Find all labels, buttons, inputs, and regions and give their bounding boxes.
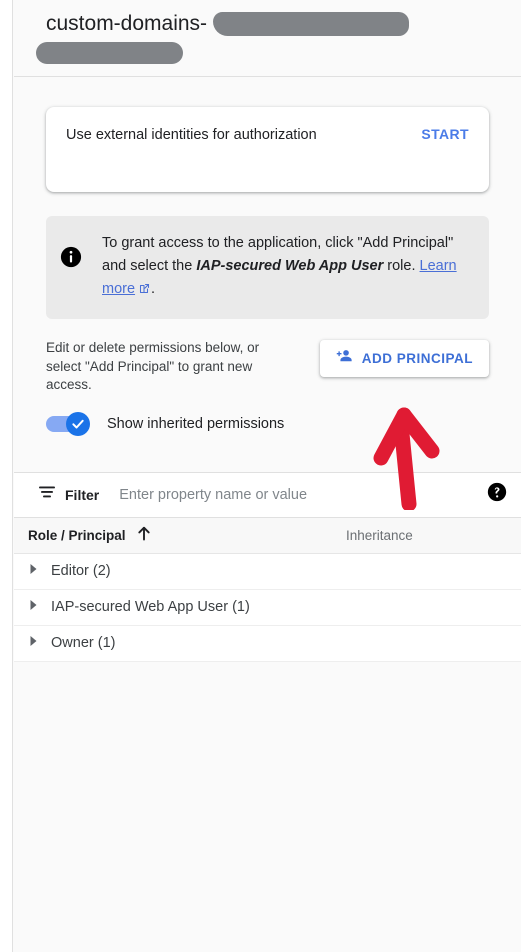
external-link-icon xyxy=(138,280,150,303)
permissions-description: Edit or delete permissions below, or sel… xyxy=(46,340,260,392)
left-rail-divider xyxy=(0,0,13,952)
table-header-row: Role / Principal Inheritance xyxy=(14,517,521,554)
toggle-thumb xyxy=(66,411,90,436)
caret-right-icon[interactable] xyxy=(28,562,40,580)
person-add-icon xyxy=(333,348,353,369)
external-identities-card: Use external identities for authorizatio… xyxy=(46,107,489,192)
show-inherited-permissions-label: Show inherited permissions xyxy=(107,415,285,432)
help-icon[interactable] xyxy=(487,482,507,507)
info-banner-text: To grant access to the application, clic… xyxy=(102,232,473,303)
filter-input[interactable] xyxy=(117,485,479,504)
info-text-part-3: . xyxy=(151,281,156,297)
page-header: custom-domains- xyxy=(14,0,521,77)
column-header-role-principal-label: Role / Principal xyxy=(28,527,126,543)
main-content: custom-domains- Use external identities … xyxy=(14,0,521,952)
table-empty-area xyxy=(14,661,521,922)
info-banner: To grant access to the application, clic… xyxy=(46,216,489,319)
info-text-part-2: role. xyxy=(383,258,420,274)
table-row[interactable]: IAP-secured Web App User (1) xyxy=(14,590,521,626)
redaction-bar-2 xyxy=(36,42,183,64)
permissions-table: Role / Principal Inheritance Editor (2) … xyxy=(14,517,521,922)
arrow-up-icon xyxy=(137,526,151,544)
filter-label: Filter xyxy=(65,486,100,503)
table-row[interactable]: Editor (2) xyxy=(14,554,521,590)
start-button[interactable]: START xyxy=(421,125,469,142)
external-identities-text: Use external identities for authorizatio… xyxy=(66,127,317,143)
row-label: Editor (2) xyxy=(51,563,111,579)
column-header-inheritance[interactable]: Inheritance xyxy=(346,528,413,543)
filter-icon[interactable] xyxy=(38,485,56,504)
filter-bar: Filter xyxy=(14,471,521,518)
iap-identity-aware-proxy-panel: custom-domains- Use external identities … xyxy=(0,0,521,952)
table-row[interactable]: Owner (1) xyxy=(14,626,521,662)
body-container: Use external identities for authorizatio… xyxy=(14,107,521,472)
row-label: Owner (1) xyxy=(51,635,116,651)
row-label: IAP-secured Web App User (1) xyxy=(51,599,250,615)
redaction-bar-1 xyxy=(213,12,409,36)
show-inherited-permissions-toggle[interactable] xyxy=(46,411,92,436)
info-icon xyxy=(60,246,82,268)
column-header-role-principal[interactable]: Role / Principal xyxy=(28,526,346,544)
caret-right-icon[interactable] xyxy=(28,598,40,616)
show-inherited-permissions-row: Show inherited permissions xyxy=(46,411,489,436)
caret-right-icon[interactable] xyxy=(28,634,40,652)
permissions-intro-row: Edit or delete permissions below, or sel… xyxy=(46,339,489,395)
add-principal-button[interactable]: ADD PRINCIPAL xyxy=(319,340,489,377)
info-text-emphasis: IAP-secured Web App User xyxy=(196,258,384,274)
add-principal-label: ADD PRINCIPAL xyxy=(361,351,473,366)
